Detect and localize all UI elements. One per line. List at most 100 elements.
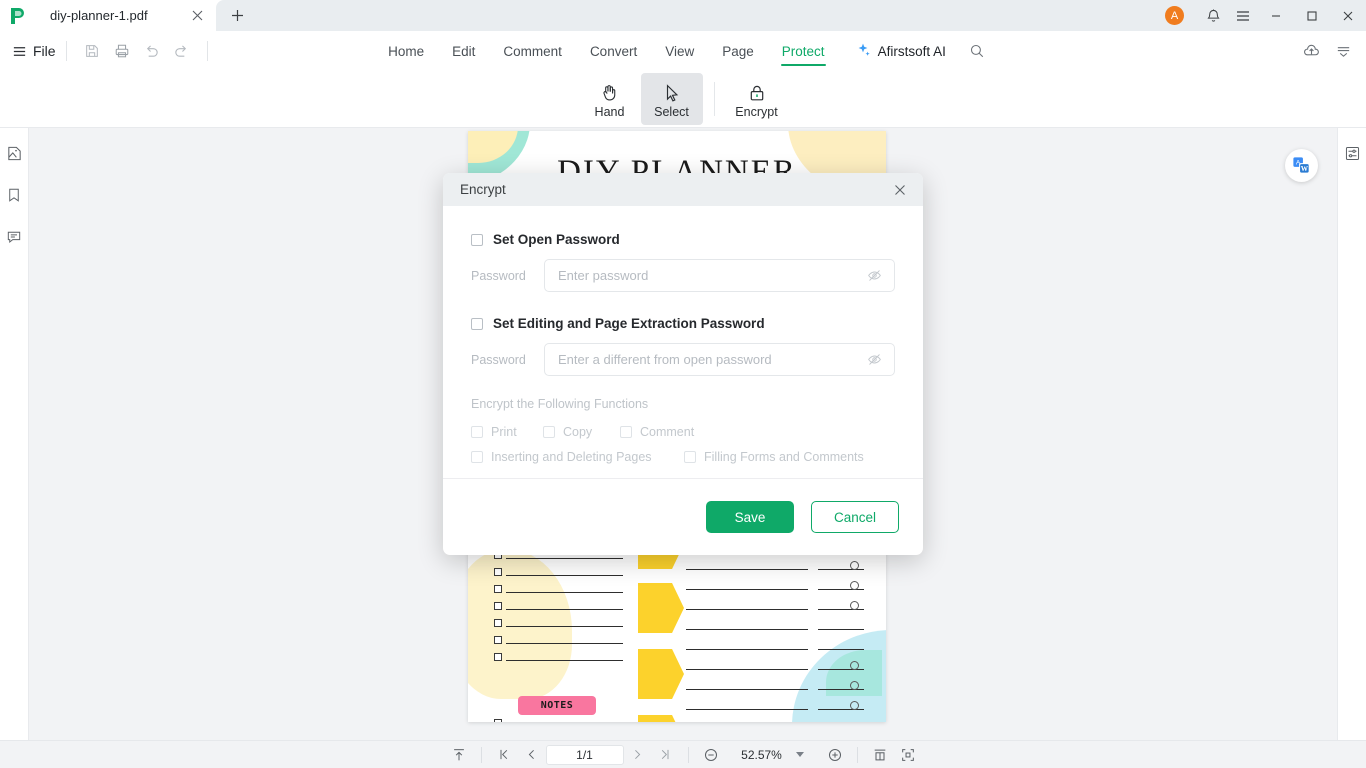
- zoom-in-icon[interactable]: [821, 744, 849, 766]
- checklist-row: [494, 602, 623, 610]
- menu-item-edit[interactable]: Edit: [438, 34, 489, 68]
- hand-tool-button[interactable]: Hand: [579, 73, 641, 125]
- window-controls-group: A: [1165, 0, 1366, 31]
- comment-checkbox[interactable]: [620, 426, 632, 438]
- redo-icon[interactable]: [167, 38, 197, 64]
- print-icon[interactable]: [107, 38, 137, 64]
- inserting-deleting-pages-label: Inserting and Deleting Pages: [491, 450, 652, 464]
- menu-item-protect[interactable]: Protect: [768, 34, 839, 68]
- hand-tool-label: Hand: [594, 105, 625, 119]
- checkbox-shape: [494, 619, 502, 627]
- editing-password-placeholder: Enter a different from open password: [558, 352, 772, 367]
- page-thumbnail-icon[interactable]: [3, 142, 25, 164]
- open-password-field-row: Password Enter password: [471, 259, 895, 292]
- first-page-icon[interactable]: [490, 744, 518, 766]
- planner-arrow-tag: [638, 583, 684, 633]
- select-tool-button[interactable]: Select: [640, 73, 703, 125]
- open-password-label: Password: [471, 268, 526, 283]
- maximize-button[interactable]: [1294, 0, 1330, 31]
- previous-page-icon[interactable]: [518, 744, 546, 766]
- set-open-password-checkbox[interactable]: [471, 233, 483, 246]
- planner-bullet-circle: [850, 581, 859, 590]
- cancel-button[interactable]: Cancel: [811, 501, 899, 533]
- checklist-row: [494, 619, 623, 627]
- search-icon[interactable]: [962, 36, 992, 66]
- encrypt-dialog: Encrypt Set Open Password Password Enter…: [443, 173, 923, 555]
- comment-option[interactable]: Comment: [620, 425, 694, 439]
- encrypt-button[interactable]: Encrypt: [726, 73, 788, 125]
- undo-icon[interactable]: [137, 38, 167, 64]
- dialog-header: Encrypt: [443, 173, 923, 206]
- encrypt-functions-note: Encrypt the Following Functions: [471, 397, 649, 411]
- right-sidebar: [1337, 128, 1366, 740]
- comment-icon[interactable]: [3, 226, 25, 248]
- cloud-upload-icon[interactable]: [1296, 36, 1326, 66]
- upload-share-icon[interactable]: [445, 744, 473, 766]
- editing-password-input[interactable]: Enter a different from open password: [544, 343, 895, 376]
- properties-sliders-icon[interactable]: [1341, 142, 1363, 164]
- encrypt-functions-row-1: Print Copy Comment: [471, 425, 895, 439]
- menu-item-page[interactable]: Page: [708, 34, 768, 68]
- save-icon[interactable]: [77, 38, 107, 64]
- close-icon[interactable]: [889, 179, 911, 201]
- inserting-deleting-pages-option[interactable]: Inserting and Deleting Pages: [471, 450, 684, 464]
- copy-checkbox[interactable]: [543, 426, 555, 438]
- print-option[interactable]: Print: [471, 425, 543, 439]
- print-checkbox[interactable]: [471, 426, 483, 438]
- last-page-icon[interactable]: [652, 744, 680, 766]
- window-close-button[interactable]: [1330, 0, 1366, 31]
- file-menu-label[interactable]: File: [33, 43, 56, 59]
- hamburger-menu-icon[interactable]: [1228, 0, 1258, 31]
- afirstsoft-logo-icon: [0, 0, 34, 31]
- save-button[interactable]: Save: [706, 501, 794, 533]
- afirstsoft-ai-label: Afirstsoft AI: [877, 43, 946, 59]
- sparkle-icon: [855, 42, 871, 61]
- document-tab[interactable]: diy-planner-1.pdf: [34, 0, 216, 31]
- eye-off-icon[interactable]: [864, 350, 884, 370]
- set-editing-password-row[interactable]: Set Editing and Page Extraction Password: [471, 316, 895, 331]
- zoom-level-select[interactable]: 52.57%: [724, 744, 821, 765]
- divider: [687, 746, 689, 763]
- planner-arrow-tag: [638, 649, 684, 699]
- menu-item-convert[interactable]: Convert: [576, 34, 651, 68]
- menu-item-comment[interactable]: Comment: [489, 34, 576, 68]
- collapse-ribbon-icon[interactable]: [1328, 36, 1358, 66]
- bell-icon[interactable]: [1198, 0, 1228, 31]
- menu-item-home[interactable]: Home: [374, 34, 438, 68]
- next-page-icon[interactable]: [624, 744, 652, 766]
- dialog-title: Encrypt: [460, 182, 506, 197]
- set-open-password-row[interactable]: Set Open Password: [471, 232, 895, 247]
- fit-page-icon[interactable]: [866, 744, 894, 766]
- afirstsoft-ai-button[interactable]: Afirstsoft AI: [839, 34, 956, 68]
- inserting-deleting-pages-checkbox[interactable]: [471, 451, 483, 463]
- checklist-row: [494, 636, 623, 644]
- page-number-input[interactable]: 1/1: [545, 744, 624, 765]
- title-bar: diy-planner-1.pdf A: [0, 0, 1366, 31]
- copy-option[interactable]: Copy: [543, 425, 620, 439]
- minimize-button[interactable]: [1258, 0, 1294, 31]
- copy-label: Copy: [563, 425, 593, 439]
- eye-off-icon[interactable]: [864, 266, 884, 286]
- divider: [480, 746, 482, 763]
- planner-arrow-tag: [638, 715, 684, 722]
- new-tab-button[interactable]: [222, 3, 252, 29]
- divider: [856, 746, 858, 763]
- tab-close-icon[interactable]: [188, 7, 206, 25]
- open-password-input[interactable]: Enter password: [544, 259, 895, 292]
- hamburger-icon[interactable]: [10, 41, 28, 61]
- set-editing-password-checkbox[interactable]: [471, 317, 483, 330]
- divider: [206, 41, 208, 61]
- convert-to-word-icon[interactable]: A W: [1285, 149, 1318, 182]
- zoom-out-icon[interactable]: [697, 744, 725, 766]
- filling-forms-checkbox[interactable]: [684, 451, 696, 463]
- planner-bullet-circle: [850, 561, 859, 570]
- chevron-down-icon[interactable]: [795, 752, 804, 757]
- fit-screen-icon[interactable]: [894, 744, 922, 766]
- checklist-row: [494, 653, 623, 661]
- filling-forms-option[interactable]: Filling Forms and Comments: [684, 450, 864, 464]
- menu-item-view[interactable]: View: [651, 34, 708, 68]
- bookmark-icon[interactable]: [3, 184, 25, 206]
- document-workspace: A W DIY PLANNER NOTES Encrypt Set Open P…: [0, 128, 1366, 740]
- encrypt-label: Encrypt: [735, 105, 778, 119]
- avatar[interactable]: A: [1165, 6, 1184, 25]
